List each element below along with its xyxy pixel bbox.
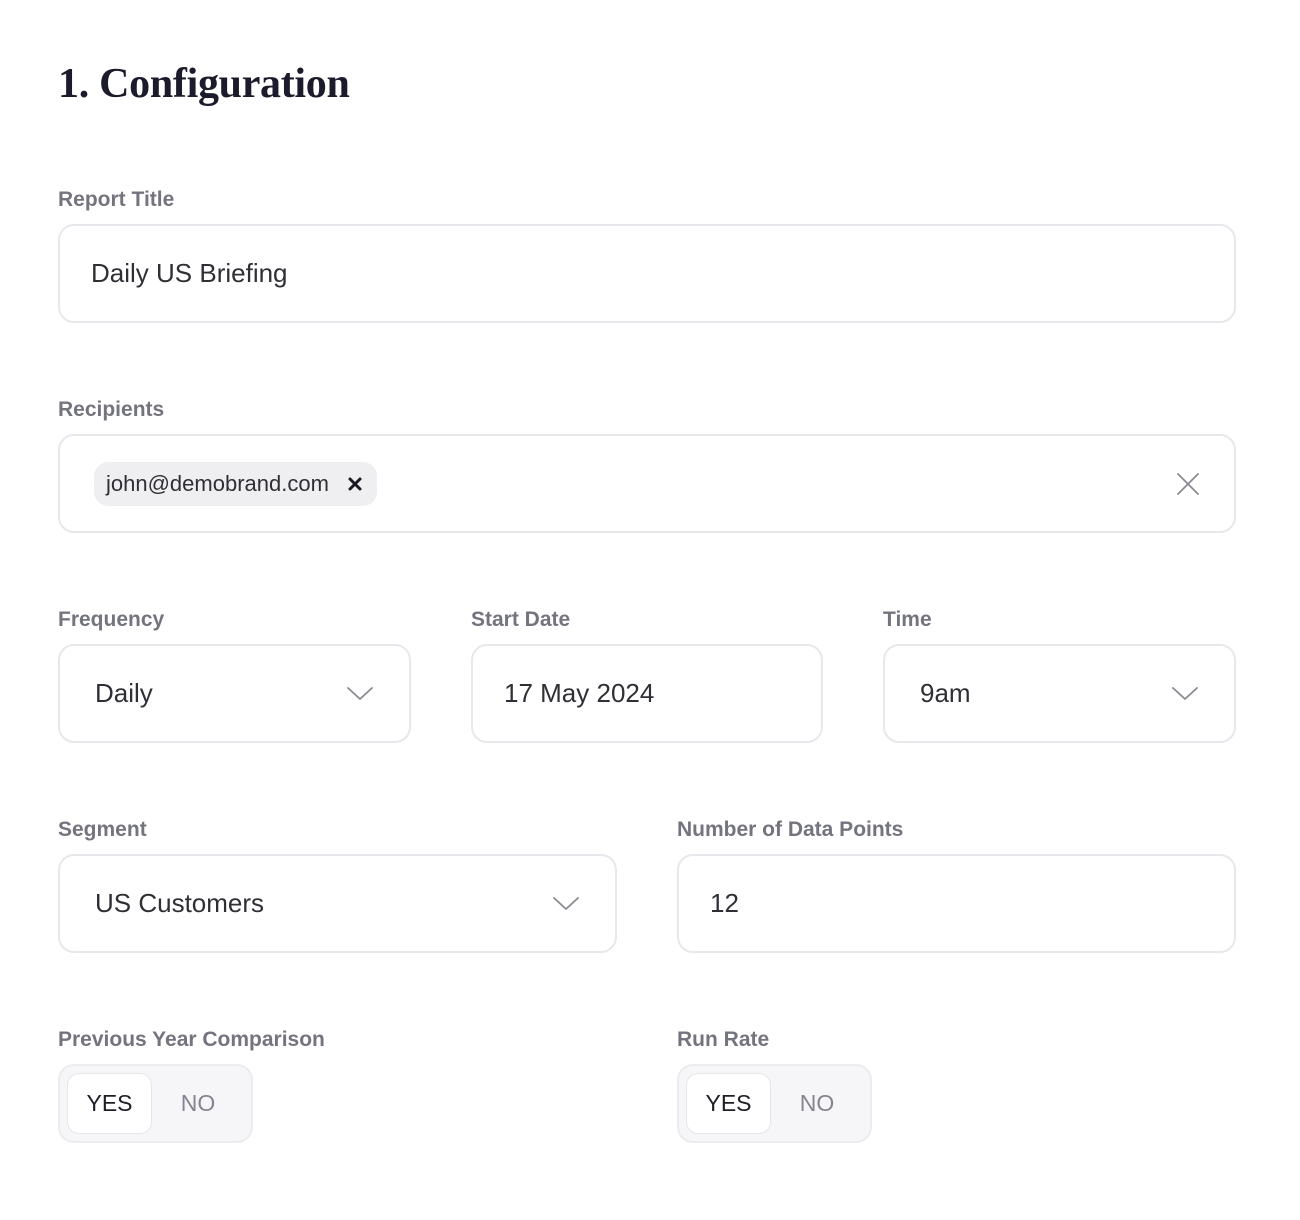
- start-date-value: 17 May 2024: [504, 678, 655, 708]
- run-rate-no-button[interactable]: NO: [771, 1073, 863, 1134]
- close-icon[interactable]: [347, 476, 363, 492]
- chevron-down-icon: [1172, 686, 1198, 700]
- recipients-label: Recipients: [58, 398, 165, 421]
- recipients-input[interactable]: john@demobrand.com: [58, 434, 1236, 533]
- segment-label: Segment: [58, 818, 147, 841]
- data-points-input[interactable]: 12: [677, 854, 1236, 953]
- chevron-down-icon: [553, 896, 579, 910]
- time-select[interactable]: 9am: [883, 644, 1236, 743]
- frequency-value: Daily: [95, 678, 153, 708]
- prev-year-toggle: YES NO: [58, 1064, 253, 1143]
- run-rate-field: Run Rate YES NO: [677, 1026, 872, 1143]
- segment-select[interactable]: US Customers: [58, 854, 617, 953]
- time-field: Time 9am: [883, 606, 1236, 743]
- time-label: Time: [883, 608, 932, 631]
- recipient-chip: john@demobrand.com: [94, 461, 377, 506]
- segment-value: US Customers: [95, 888, 265, 918]
- prev-year-label: Previous Year Comparison: [58, 1028, 325, 1051]
- segment-field: Segment US Customers: [58, 816, 617, 953]
- frequency-field: Frequency Daily: [58, 606, 411, 743]
- chevron-down-icon: [347, 686, 373, 700]
- prev-year-no-button[interactable]: NO: [152, 1073, 244, 1134]
- start-date-field: Start Date 17 May 2024: [471, 606, 823, 743]
- report-title-input[interactable]: Daily US Briefing: [58, 224, 1236, 323]
- run-rate-toggle: YES NO: [677, 1064, 872, 1143]
- report-title-label: Report Title: [58, 188, 175, 211]
- recipients-field: Recipients john@demobrand.com: [58, 396, 1236, 533]
- run-rate-yes-button[interactable]: YES: [686, 1073, 771, 1134]
- report-title-field: Report Title Daily US Briefing: [58, 186, 1236, 323]
- start-date-label: Start Date: [471, 608, 571, 631]
- section-title: 1. Configuration: [58, 61, 350, 107]
- frequency-select[interactable]: Daily: [58, 644, 411, 743]
- time-value: 9am: [920, 678, 971, 708]
- data-points-field: Number of Data Points 12: [677, 816, 1236, 953]
- clear-all-icon[interactable]: [1176, 472, 1200, 496]
- start-date-input[interactable]: 17 May 2024: [471, 644, 823, 743]
- prev-year-field: Previous Year Comparison YES NO: [58, 1026, 325, 1143]
- run-rate-label: Run Rate: [677, 1028, 770, 1051]
- data-points-label: Number of Data Points: [677, 818, 904, 841]
- report-title-value: Daily US Briefing: [91, 258, 288, 288]
- frequency-label: Frequency: [58, 608, 165, 631]
- prev-year-yes-button[interactable]: YES: [67, 1073, 152, 1134]
- recipient-chip-label: john@demobrand.com: [106, 470, 329, 496]
- data-points-value: 12: [710, 888, 739, 918]
